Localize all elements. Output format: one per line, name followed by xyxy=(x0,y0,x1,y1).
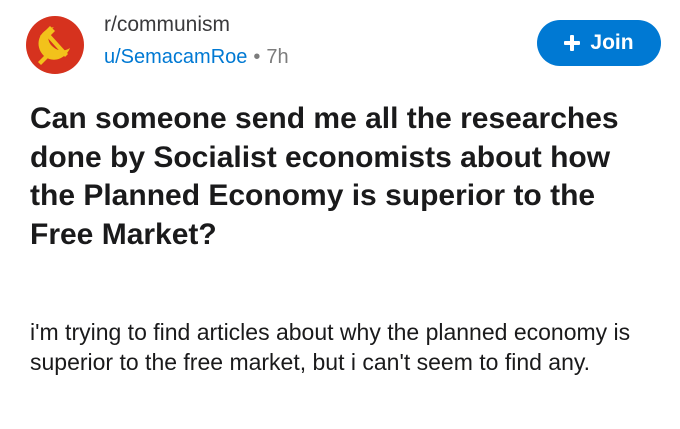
subreddit-avatar[interactable] xyxy=(26,16,84,74)
post-meta: r/communism u/SemacamRoe • 7h xyxy=(104,12,289,70)
join-button-label: Join xyxy=(590,31,634,54)
post-card: r/communism u/SemacamRoe • 7h Join Can som… xyxy=(0,0,680,429)
post-body: i'm trying to find articles about why th… xyxy=(30,319,631,375)
subreddit-name[interactable]: r/communism xyxy=(104,12,289,38)
post-byline: u/SemacamRoe • 7h xyxy=(104,44,289,70)
meta-separator: • xyxy=(253,46,261,68)
hammer-and-sickle-icon xyxy=(38,26,70,65)
plus-icon xyxy=(564,35,581,51)
post-header: r/communism u/SemacamRoe • 7h Join xyxy=(26,12,666,76)
author-username[interactable]: u/SemacamRoe xyxy=(104,46,247,68)
join-button[interactable]: Join xyxy=(537,20,661,66)
post-title[interactable]: Can someone send me all the researches d… xyxy=(30,100,660,254)
post-age: 7h xyxy=(266,46,289,68)
